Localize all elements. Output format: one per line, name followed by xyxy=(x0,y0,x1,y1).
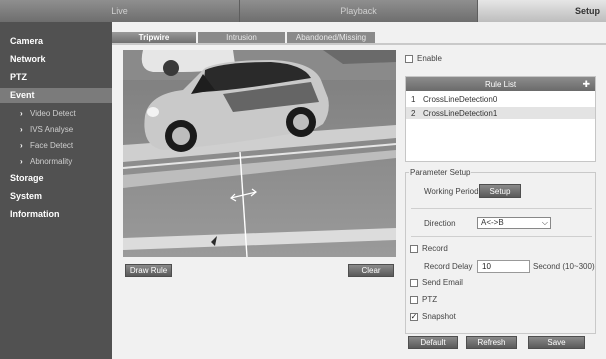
tab-intrusion[interactable]: Intrusion xyxy=(198,32,285,43)
tab-setup[interactable]: Setup xyxy=(478,0,606,22)
camera-image xyxy=(123,50,396,257)
rule-row[interactable]: 2 CrossLineDetection1 xyxy=(406,107,595,119)
sidebar-subitem-face-detect[interactable]: › Face Detect xyxy=(0,139,112,153)
sub-tabs: Tripwire Intrusion Abandoned/Missing xyxy=(112,32,377,43)
direction-label: Direction xyxy=(424,219,456,228)
tab-divider xyxy=(112,43,606,45)
tab-abandoned-missing[interactable]: Abandoned/Missing xyxy=(287,32,375,43)
chevron-right-icon: › xyxy=(20,125,23,134)
parameter-setup-panel: Parameter Setup Working Period Setup Dir… xyxy=(405,168,596,334)
rule-list-title: Rule List xyxy=(484,79,517,89)
rule-row-name: CrossLineDetection1 xyxy=(423,108,498,118)
chevron-right-icon: › xyxy=(20,109,23,118)
rule-row-number: 2 xyxy=(411,108,416,118)
sidebar-item-ptz[interactable]: PTZ xyxy=(0,70,112,85)
send-email-row: Send Email xyxy=(410,278,463,287)
working-period-label: Working Period xyxy=(424,187,479,196)
sidebar-item-information[interactable]: Information xyxy=(0,207,112,222)
snapshot-row: ✓ Snapshot xyxy=(410,312,456,321)
refresh-button[interactable]: Refresh xyxy=(466,336,517,349)
tab-live[interactable]: Live xyxy=(0,0,240,22)
top-navigation: Live Playback Setup xyxy=(0,0,606,22)
direction-value: A<->B xyxy=(481,218,504,227)
record-label: Record xyxy=(422,244,448,253)
parameter-setup-title: Parameter Setup xyxy=(409,168,472,177)
sidebar-item-network[interactable]: Network xyxy=(0,52,112,67)
direction-select[interactable]: A<->B ⌵ xyxy=(477,217,551,229)
ptz-checkbox[interactable] xyxy=(410,295,418,304)
record-delay-label: Record Delay xyxy=(424,262,473,271)
rule-row-name: CrossLineDetection0 xyxy=(423,94,498,104)
chevron-right-icon: › xyxy=(20,157,23,166)
record-checkbox[interactable] xyxy=(410,244,418,253)
chevron-right-icon: › xyxy=(20,141,23,150)
sidebar-item-camera[interactable]: Camera xyxy=(0,34,112,49)
record-delay-unit: Second (10~300) xyxy=(533,262,595,271)
rule-row-number: 1 xyxy=(411,94,416,104)
enable-row: Enable xyxy=(405,54,442,63)
video-preview[interactable] xyxy=(123,50,396,257)
sidebar-item-event[interactable]: Event xyxy=(0,88,112,103)
tab-playback[interactable]: Playback xyxy=(240,0,478,22)
send-email-label: Send Email xyxy=(422,278,463,287)
separator xyxy=(411,208,592,209)
snapshot-label: Snapshot xyxy=(422,312,456,321)
enable-label: Enable xyxy=(417,54,442,63)
sidebar-subitem-video-detect[interactable]: › Video Detect xyxy=(0,107,112,121)
draw-rule-button[interactable]: Draw Rule xyxy=(125,264,172,277)
default-button[interactable]: Default xyxy=(408,336,458,349)
sidebar-item-system[interactable]: System xyxy=(0,189,112,204)
working-period-setup-button[interactable]: Setup xyxy=(479,184,521,198)
sidebar: Camera Network PTZ Event › Video Detect ›… xyxy=(0,22,112,359)
send-email-checkbox[interactable] xyxy=(410,278,418,287)
save-button[interactable]: Save xyxy=(528,336,585,349)
sidebar-subitem-abnormality[interactable]: › Abnormality xyxy=(0,155,112,169)
rule-list-header: Rule List ✚ xyxy=(406,77,595,91)
ptz-row: PTZ xyxy=(410,295,437,304)
rule-row[interactable]: 1 CrossLineDetection0 xyxy=(406,93,595,105)
record-row: Record xyxy=(410,244,448,253)
separator xyxy=(411,236,592,237)
enable-checkbox[interactable] xyxy=(405,54,413,63)
snapshot-checkbox[interactable]: ✓ xyxy=(410,312,418,321)
add-rule-icon[interactable]: ✚ xyxy=(582,79,590,90)
ptz-label: PTZ xyxy=(422,295,438,304)
chevron-down-icon: ⌵ xyxy=(541,218,548,227)
sidebar-subitem-ivs-analyse[interactable]: › IVS Analyse xyxy=(0,123,112,137)
record-delay-input[interactable]: 10 xyxy=(477,260,530,273)
rule-list: Rule List ✚ 1 CrossLineDetection0 2 Cros… xyxy=(405,76,596,162)
tab-tripwire[interactable]: Tripwire xyxy=(112,32,196,43)
sidebar-item-storage[interactable]: Storage xyxy=(0,171,112,186)
clear-button[interactable]: Clear xyxy=(348,264,394,277)
